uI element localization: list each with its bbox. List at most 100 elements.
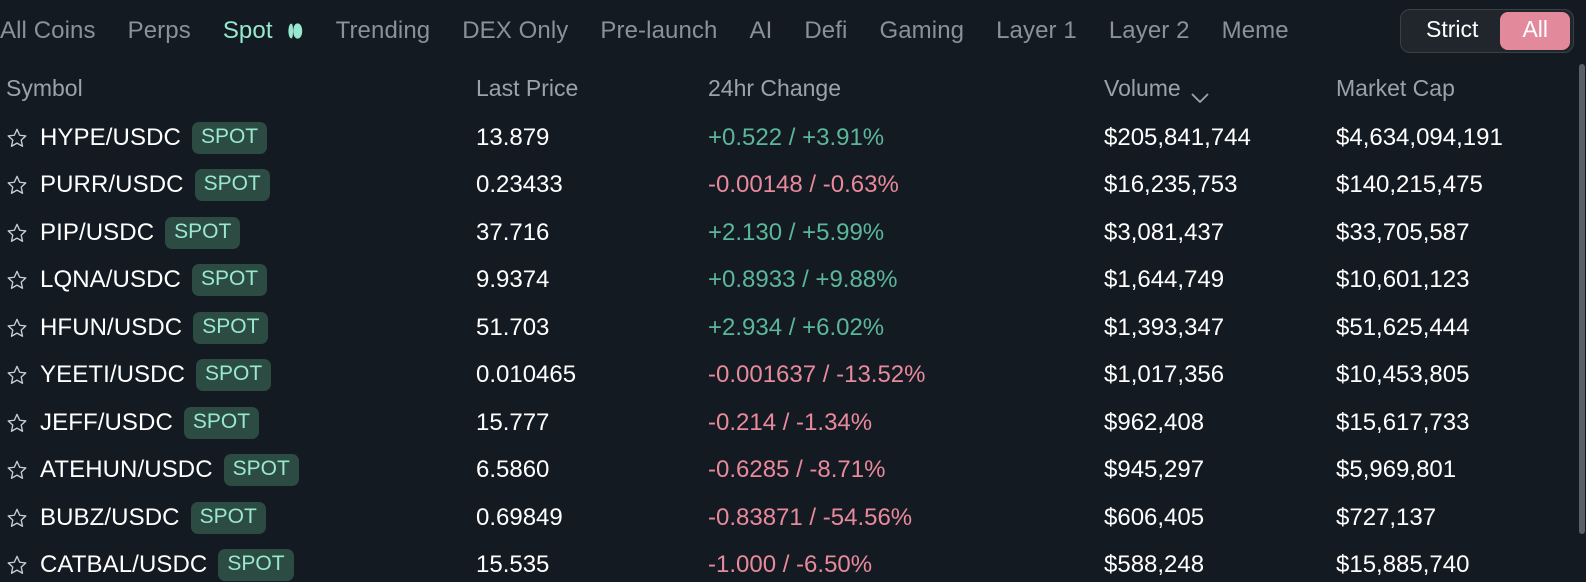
symbol-label: PIP/USDC <box>40 219 154 247</box>
nav-tab-all-coins[interactable]: All Coins <box>0 13 112 49</box>
nav-tab-meme[interactable]: Meme <box>1206 13 1305 49</box>
market-cap-value: $140,215,475 <box>1336 171 1483 198</box>
table-row[interactable]: HYPE/USDCSPOT13.879 +0.522 / +3.91%$205,8… <box>0 114 1578 162</box>
cell-24hr-change: +2.130 / +5.99% <box>708 219 1104 247</box>
category-navbar: All Coins Perps Spot Trending DEX Only Pre-la… <box>0 0 1586 62</box>
nav-tab-ai[interactable]: AI <box>733 13 788 49</box>
nav-tab-label: Meme <box>1222 17 1289 45</box>
star-outline-icon[interactable] <box>6 364 28 386</box>
nav-tab-gaming[interactable]: Gaming <box>863 13 980 49</box>
cell-symbol: HYPE/USDCSPOT <box>0 122 476 154</box>
filter-option-strict[interactable]: Strict <box>1404 12 1500 50</box>
cell-24hr-change: +0.522 / +3.91% <box>708 124 1104 152</box>
nav-tab-trending[interactable]: Trending <box>320 13 447 49</box>
cell-volume: $588,248 <box>1104 551 1336 579</box>
market-cap-value: $33,705,587 <box>1336 219 1469 246</box>
symbol-label: ATEHUN/USDC <box>40 456 213 484</box>
column-header-symbol[interactable]: Symbol <box>0 75 476 102</box>
cell-market-cap: $4,634,094,191 <box>1336 124 1578 152</box>
cell-last-price: 15.777 <box>476 409 708 437</box>
star-outline-icon[interactable] <box>6 459 28 481</box>
cell-last-price: 0.010465 <box>476 361 708 389</box>
cell-market-cap: $5,969,801 <box>1336 456 1578 484</box>
cell-symbol: JEFF/USDCSPOT <box>0 407 476 439</box>
nav-tab-pre-launch[interactable]: Pre-launch <box>584 13 733 49</box>
cell-volume: $16,235,753 <box>1104 171 1336 199</box>
nav-tab-label: Gaming <box>879 17 964 45</box>
nav-tab-spot[interactable]: Spot <box>207 13 320 49</box>
cell-last-price: 13.879 <box>476 124 708 152</box>
nav-tab-label: DEX Only <box>462 17 568 45</box>
cell-last-price: 51.703 <box>476 314 708 342</box>
cell-symbol: PIP/USDC SPOT <box>0 217 476 249</box>
market-type-badge: SPOT <box>195 169 270 201</box>
cell-24hr-change: +2.934 / +6.02% <box>708 314 1104 342</box>
cell-symbol: BUBZ/USDCSPOT <box>0 502 476 534</box>
volume-value: $3,081,437 <box>1104 219 1224 246</box>
cell-last-price: 0.69849 <box>476 504 708 532</box>
table-row[interactable]: LQNA/USDCSPOT9.9374+0.8933 / +9.88%$1,64… <box>0 257 1578 305</box>
nav-tab-layer-2[interactable]: Layer 2 <box>1093 13 1206 49</box>
market-cap-value: $51,625,444 <box>1336 314 1469 341</box>
table-row[interactable]: CATBAL/USDCSPOT15.535-1.000 / -6.50%$588… <box>0 542 1578 582</box>
star-outline-icon[interactable] <box>6 269 28 291</box>
star-outline-icon[interactable] <box>6 507 28 529</box>
nav-tab-label: Pre-launch <box>600 17 717 45</box>
change-value: +2.934 / +6.02% <box>708 314 884 341</box>
table-row[interactable]: PIP/USDC SPOT 37.716 +2.130 / +5.99%$3,081,… <box>0 209 1578 257</box>
table-row[interactable]: ATEHUN/USDCSPOT6.5860-0.6285 / -8.71%$94… <box>0 447 1578 495</box>
nav-tab-label: Spot <box>223 17 273 45</box>
volume-value: $205,841,744 <box>1104 124 1251 151</box>
spot-markets-screen: All Coins Perps Spot Trending DEX Only Pre-la… <box>0 0 1586 582</box>
market-type-badge: SPOT <box>191 502 266 534</box>
market-type-badge: SPOT <box>224 454 299 486</box>
cell-volume: $1,644,749 <box>1104 266 1336 294</box>
market-type-badge: SPOT <box>165 217 240 249</box>
star-outline-icon[interactable] <box>6 554 28 576</box>
nav-tab-perps[interactable]: Perps <box>112 13 207 49</box>
cell-last-price: 37.716 <box>476 219 708 247</box>
table-row[interactable]: JEFF/USDCSPOT15.777-0.214 / -1.34%$962,4… <box>0 399 1578 447</box>
strict-all-toggle[interactable]: StrictAll <box>1400 9 1574 53</box>
last-price-value: 9.9374 <box>476 266 549 293</box>
column-header-last-price[interactable]: Last Price <box>476 75 708 102</box>
table-row[interactable]: BUBZ/USDCSPOT0.69849-0.83871 / -54.56%$6… <box>0 494 1578 542</box>
cell-volume: $606,405 <box>1104 504 1336 532</box>
filter-option-all[interactable]: All <box>1500 12 1570 50</box>
star-outline-icon[interactable] <box>6 222 28 244</box>
star-outline-icon[interactable] <box>6 412 28 434</box>
cell-24hr-change: -1.000 / -6.50% <box>708 551 1104 579</box>
cell-volume: $205,841,744 <box>1104 124 1336 152</box>
star-outline-icon[interactable] <box>6 317 28 339</box>
last-price-value: 13.879 <box>476 124 549 151</box>
cell-volume: $945,297 <box>1104 456 1336 484</box>
table-row[interactable]: YEETI/USDCSPOT0.010465-0.001637 / -13.52… <box>0 352 1578 400</box>
nav-tab-layer-1[interactable]: Layer 1 <box>980 13 1093 49</box>
category-tabs: All Coins Perps Spot Trending DEX Only Pre-la… <box>0 13 1305 49</box>
table-row[interactable]: HFUN/USDCSPOT51.703+2.934 / +6.02%$1,393… <box>0 304 1578 352</box>
symbol-label: LQNA/USDC <box>40 266 181 294</box>
nav-tab-dex-only[interactable]: DEX Only <box>446 13 584 49</box>
nav-tab-defi[interactable]: Defi <box>788 13 863 49</box>
column-header-volume[interactable]: Volume <box>1104 75 1336 102</box>
market-cap-value: $15,885,740 <box>1336 551 1469 578</box>
column-header-24hr-change[interactable]: 24hr Change <box>708 75 1104 102</box>
market-cap-value: $10,453,805 <box>1336 361 1469 388</box>
last-price-value: 37.716 <box>476 219 549 246</box>
table-row[interactable]: PURR/USDCSPOT0.23433-0.00148 / -0.63%$16… <box>0 162 1578 210</box>
cell-symbol: LQNA/USDC SPOT <box>0 264 476 296</box>
column-header-market-cap[interactable]: Market Cap <box>1336 75 1578 102</box>
market-cap-value: $4,634,094,191 <box>1336 124 1503 151</box>
nav-tab-label: Layer 2 <box>1109 17 1190 45</box>
volume-value: $1,644,749 <box>1104 266 1224 293</box>
star-outline-icon[interactable] <box>6 174 28 196</box>
star-outline-icon[interactable] <box>6 127 28 149</box>
cell-market-cap: $15,617,733 <box>1336 409 1578 437</box>
cell-24hr-change: -0.001637 / -13.52% <box>708 361 1104 389</box>
vertical-scrollbar-thumb[interactable] <box>1579 64 1585 534</box>
volume-value: $588,248 <box>1104 551 1204 578</box>
change-value: -0.00148 / -0.63% <box>708 171 899 198</box>
market-type-badge: SPOT <box>192 264 267 296</box>
nav-tab-label: Perps <box>128 17 191 45</box>
last-price-value: 0.69849 <box>476 504 563 531</box>
